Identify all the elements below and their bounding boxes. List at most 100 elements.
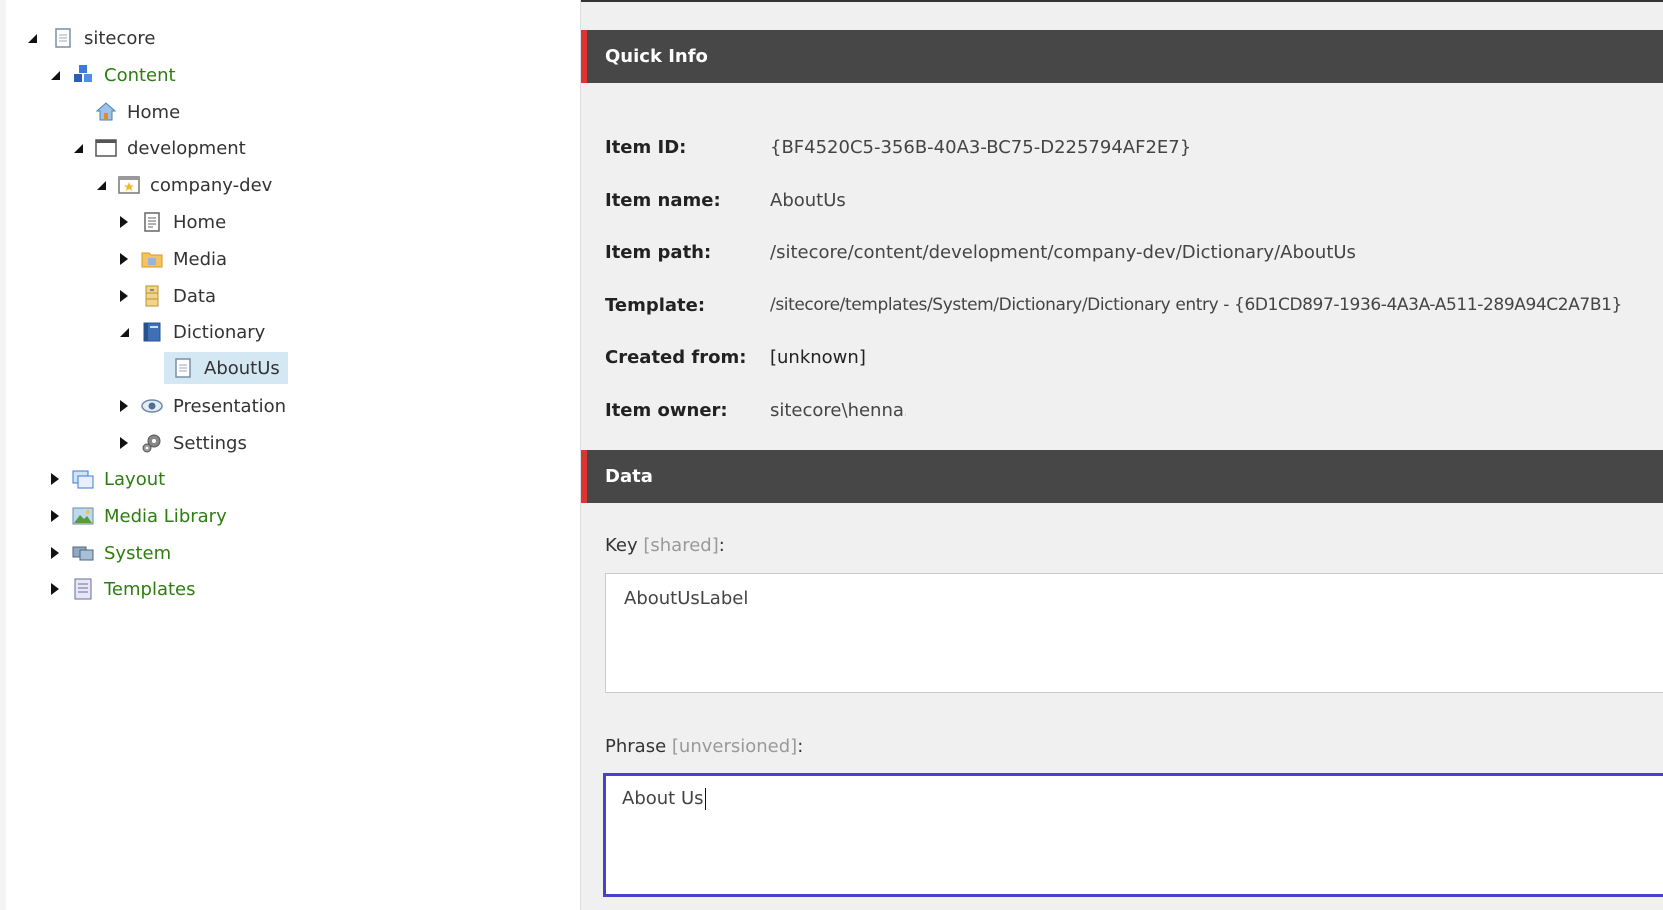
field-name: Phrase — [605, 736, 667, 757]
content-tree: sitecore Content Home development compan… — [0, 0, 579, 910]
expand-arrow-icon[interactable] — [118, 253, 130, 265]
quick-info-header[interactable]: Quick Info — [581, 30, 1663, 83]
text-caret — [704, 788, 706, 810]
folder-icon — [141, 248, 163, 270]
tree-item-settings[interactable]: Settings — [114, 428, 247, 458]
info-value: /sitecore/content/development/company-de… — [770, 241, 1356, 263]
document-icon — [172, 357, 194, 379]
tree-item-templates[interactable]: Templates — [45, 574, 196, 604]
tree-item-aboutus[interactable]: AboutUs — [164, 352, 288, 384]
tree-item-label: AboutUs — [204, 357, 280, 379]
tree-item-dictionary[interactable]: Dictionary — [114, 317, 265, 347]
tree-item-label: Templates — [104, 578, 196, 600]
info-row-item-path: Item path: /sitecore/content/development… — [605, 237, 1356, 267]
tree-item-label: Settings — [173, 432, 247, 454]
info-row-created-from: Created from: [unknown] — [605, 342, 866, 372]
tree-item-label: development — [127, 137, 246, 159]
phrase-field-label: Phrase [unversioned]: — [605, 736, 803, 757]
collapse-arrow-icon[interactable] — [26, 32, 38, 44]
tree-item-label: company-dev — [150, 174, 273, 196]
colon: : — [797, 736, 804, 757]
window-icon — [95, 137, 117, 159]
info-value[interactable]: {BF4520C5-356B-40A3-BC75-D225794AF2E7} — [770, 137, 1191, 158]
tree-item-presentation[interactable]: Presentation — [114, 391, 286, 421]
info-label: Template: — [605, 294, 706, 316]
tree-item-label: Dictionary — [173, 321, 266, 343]
tree-item-label: Content — [104, 64, 176, 86]
info-label: Item path: — [605, 241, 712, 263]
tree-item-label: Presentation — [173, 395, 287, 417]
tree-item-home[interactable]: Home — [114, 207, 226, 237]
info-row-item-owner: Item owner: sitecore\henna.s — [605, 395, 906, 425]
phrase-value: About Us — [622, 788, 704, 809]
info-row-item-id: Item ID: {BF4520C5-356B-40A3-BC75-D22579… — [605, 132, 1191, 162]
info-row-template: Template: /sitecore/templates/System/Dic… — [605, 290, 1622, 320]
tree-item-label: System — [104, 542, 172, 564]
computer-icon — [72, 542, 94, 564]
tree-item-label: Home — [173, 211, 227, 233]
key-input[interactable]: AboutUsLabel — [605, 573, 1663, 693]
tree-item-content[interactable]: Content — [45, 60, 176, 90]
item-editor-panel: Quick Info Item ID: {BF4520C5-356B-40A3-… — [580, 0, 1663, 910]
tree-item-label: Media Library — [104, 505, 227, 527]
image-icon — [72, 505, 94, 527]
expand-arrow-icon[interactable] — [118, 437, 130, 449]
book-icon — [141, 321, 163, 343]
key-value: AboutUsLabel — [624, 588, 749, 609]
info-label: Item name: — [605, 189, 721, 211]
info-row-item-name: Item name: AboutUs — [605, 185, 846, 215]
page-icon — [141, 211, 163, 233]
expand-arrow-icon[interactable] — [118, 290, 130, 302]
info-value: [unknown] — [770, 346, 866, 368]
layout-icon — [72, 468, 94, 490]
site-icon — [118, 174, 140, 196]
tree-item-company-dev[interactable]: company-dev — [91, 170, 272, 200]
section-title: Quick Info — [605, 46, 708, 67]
key-field-label: Key [shared]: — [605, 535, 725, 556]
selected-highlight: AboutUs — [164, 352, 288, 384]
tree-item-label: Layout — [104, 468, 166, 490]
unversioned-tag: [unversioned] — [671, 736, 798, 757]
expand-arrow-icon[interactable] — [49, 473, 61, 485]
tree-item-media-library[interactable]: Media Library — [45, 501, 227, 531]
info-label: Item ID: — [605, 136, 687, 158]
tree-item-development[interactable]: development — [68, 133, 246, 163]
home-icon — [95, 101, 117, 123]
phrase-input[interactable]: About Us — [603, 773, 1663, 897]
data-header[interactable]: Data — [581, 450, 1663, 503]
collapse-arrow-icon[interactable] — [72, 142, 84, 154]
colon: : — [718, 535, 725, 556]
section-title: Data — [605, 466, 653, 487]
template-link[interactable]: /sitecore/templates/System/Dictionary/Di… — [770, 295, 1622, 315]
top-divider — [581, 0, 1663, 2]
collapse-arrow-icon[interactable] — [95, 179, 107, 191]
owner-input[interactable]: sitecore\henna.s — [770, 400, 906, 421]
expand-arrow-icon[interactable] — [49, 583, 61, 595]
collapse-arrow-icon[interactable] — [49, 69, 61, 81]
expand-arrow-icon[interactable] — [49, 510, 61, 522]
info-label: Created from: — [605, 346, 747, 368]
tree-item-system[interactable]: System — [45, 538, 171, 568]
tree-item-label: Data — [173, 285, 216, 307]
tree-item-label: Home — [127, 101, 181, 123]
document-icon — [52, 27, 74, 49]
expand-arrow-icon[interactable] — [49, 547, 61, 559]
tree-item-layout[interactable]: Layout — [45, 464, 165, 494]
field-name: Key — [605, 535, 638, 556]
tree-item-sitecore[interactable]: sitecore — [22, 23, 156, 53]
info-value: AboutUs — [770, 189, 846, 211]
tree-item-home-top[interactable]: Home — [95, 97, 180, 127]
eye-icon — [141, 395, 163, 417]
cubes-icon — [72, 64, 94, 86]
info-label: Item owner: — [605, 399, 728, 421]
tree-item-data[interactable]: Data — [114, 281, 216, 311]
tree-item-label: sitecore — [84, 27, 156, 49]
data-cabinet-icon — [141, 285, 163, 307]
tree-item-media[interactable]: Media — [114, 244, 227, 274]
gear-icon — [141, 432, 163, 454]
shared-tag: [shared] — [643, 535, 719, 556]
collapse-arrow-icon[interactable] — [118, 326, 130, 338]
template-icon — [72, 578, 94, 600]
expand-arrow-icon[interactable] — [118, 216, 130, 228]
expand-arrow-icon[interactable] — [118, 400, 130, 412]
